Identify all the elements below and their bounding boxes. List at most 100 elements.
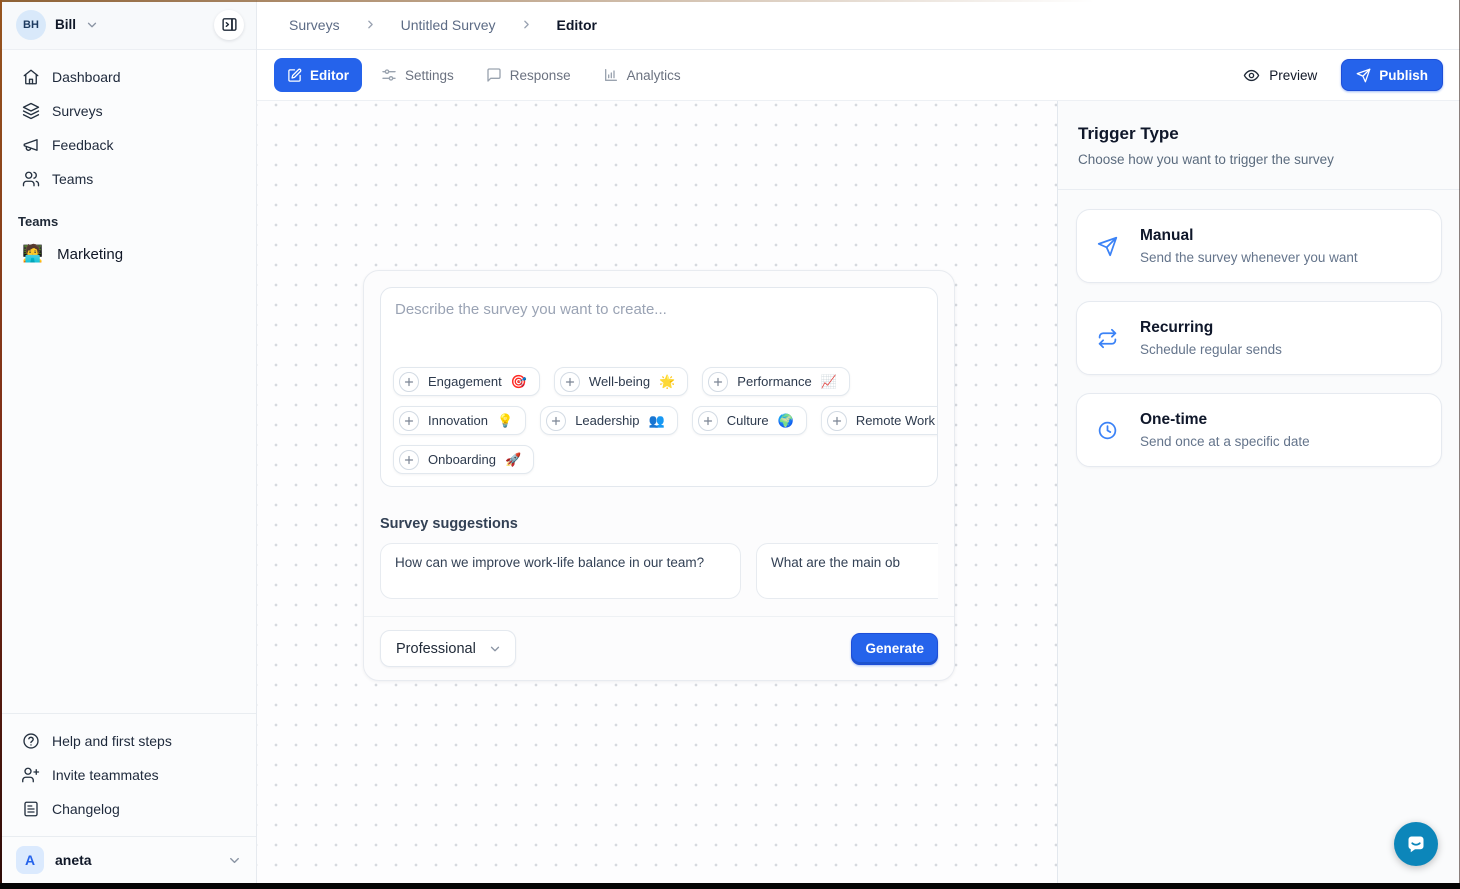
suggestions-title: Survey suggestions	[380, 516, 938, 532]
tab-label: Editor	[310, 68, 349, 83]
changelog-icon	[22, 800, 40, 818]
trigger-option-text: Manual Send the survey whenever you want	[1140, 227, 1358, 265]
plus-icon	[827, 411, 847, 431]
tab-response[interactable]: Response	[473, 58, 584, 92]
sidebar-nav: Dashboard Surveys Feedback Teams	[0, 50, 256, 273]
topic-chip-well-being[interactable]: Well-being 🌟	[554, 367, 688, 396]
topic-chip-culture[interactable]: Culture 🌍	[692, 406, 807, 435]
tab-analytics[interactable]: Analytics	[590, 58, 694, 92]
workspace-switcher[interactable]: BH Bill	[0, 0, 256, 50]
trigger-option-manual[interactable]: Manual Send the survey whenever you want	[1076, 209, 1442, 283]
sliders-icon	[381, 67, 397, 83]
breadcrumb-item-survey-name[interactable]: Untitled Survey	[401, 17, 496, 33]
layers-icon	[22, 102, 40, 120]
editor-toolbar: Editor Settings Response	[257, 50, 1460, 101]
sidebar-collapse-button[interactable]	[214, 10, 244, 40]
globe-emoji-icon: 🌍	[778, 413, 794, 429]
trigger-panel: Trigger Type Choose how you want to trig…	[1057, 101, 1460, 883]
chevron-down-icon	[227, 853, 242, 868]
sidebar-item-teams[interactable]: Teams	[12, 162, 244, 196]
sidebar-item-label: Invite teammates	[52, 767, 159, 783]
user-name: aneta	[55, 852, 92, 868]
trigger-option-one-time[interactable]: One-time Send once at a specific date	[1076, 393, 1442, 467]
team-label: Marketing	[57, 246, 123, 263]
sidebar-item-label: Changelog	[52, 801, 120, 817]
tab-label: Settings	[405, 68, 454, 83]
sidebar-item-label: Help and first steps	[52, 733, 172, 749]
tab-label: Response	[510, 68, 571, 83]
trigger-options: Manual Send the survey whenever you want…	[1058, 190, 1460, 486]
topic-chip-leadership[interactable]: Leadership 👥	[540, 406, 678, 435]
sidebar-item-dashboard[interactable]: Dashboard	[12, 60, 244, 94]
workspace-avatar: BH	[16, 10, 46, 40]
tone-select-value: Professional	[396, 641, 476, 657]
suggestion-card[interactable]: How can we improve work-life balance in …	[380, 543, 741, 599]
topic-chips: Engagement 🎯 Well-being 🌟	[381, 367, 937, 486]
trigger-option-recurring[interactable]: Recurring Schedule regular sends	[1076, 301, 1442, 375]
sidebar-item-team-marketing[interactable]: 🧑‍💻 Marketing	[12, 235, 244, 273]
sidebar-item-surveys[interactable]: Surveys	[12, 94, 244, 128]
trigger-panel-header: Trigger Type Choose how you want to trig…	[1058, 101, 1460, 190]
plus-icon	[399, 372, 419, 392]
chip-label: Engagement	[428, 374, 502, 389]
preview-button[interactable]: Preview	[1233, 61, 1327, 90]
users-icon	[22, 170, 40, 188]
tab-label: Analytics	[627, 68, 681, 83]
sidebar-item-invite[interactable]: Invite teammates	[12, 758, 244, 792]
plus-icon	[708, 372, 728, 392]
screenshot-edge-bottom	[0, 883, 1460, 889]
chip-row: Innovation 💡 Leadership 👥	[393, 406, 925, 435]
trigger-option-description: Send once at a specific date	[1140, 434, 1310, 449]
survey-canvas[interactable]: Engagement 🎯 Well-being 🌟	[257, 101, 1057, 883]
chip-label: Well-being	[589, 374, 650, 389]
breadcrumb: Surveys Untitled Survey Editor	[257, 0, 1460, 50]
topic-chip-engagement[interactable]: Engagement 🎯	[393, 367, 540, 396]
chip-label: Leadership	[575, 413, 639, 428]
sidebar-spacer	[0, 273, 256, 713]
breadcrumb-item-surveys[interactable]: Surveys	[289, 17, 340, 33]
topic-chip-remote-work[interactable]: Remote Work 🏠	[821, 406, 938, 435]
chip-row: Engagement 🎯 Well-being 🌟	[393, 367, 925, 396]
chevron-right-icon	[364, 18, 377, 31]
chip-label: Remote Work	[856, 413, 935, 428]
message-square-icon	[486, 67, 502, 83]
topic-chip-onboarding[interactable]: Onboarding 🚀	[393, 445, 534, 474]
megaphone-icon	[22, 136, 40, 154]
suggestion-card[interactable]: What are the main ob	[756, 543, 938, 599]
user-menu[interactable]: A aneta	[0, 836, 256, 883]
chip-label: Performance	[737, 374, 811, 389]
tone-select[interactable]: Professional	[380, 630, 516, 667]
tab-settings[interactable]: Settings	[368, 58, 467, 92]
generate-button[interactable]: Generate	[851, 633, 938, 665]
topic-chip-performance[interactable]: Performance 📈	[702, 367, 850, 396]
chip-row: Onboarding 🚀	[393, 445, 925, 474]
plus-icon	[546, 411, 566, 431]
topic-chip-innovation[interactable]: Innovation 💡	[393, 406, 526, 435]
sidebar-footer-nav: Help and first steps Invite teammates Ch…	[0, 713, 256, 826]
user-plus-icon	[22, 766, 40, 784]
builder-footer: Professional Generate	[364, 616, 954, 680]
technologist-emoji-icon: 🧑‍💻	[22, 244, 43, 264]
publish-button[interactable]: Publish	[1341, 59, 1443, 91]
screenshot-edge-left	[0, 0, 2, 889]
star-emoji-icon: 🌟	[659, 374, 675, 390]
sidebar-item-feedback[interactable]: Feedback	[12, 128, 244, 162]
tab-editor[interactable]: Editor	[274, 58, 362, 92]
trigger-option-description: Schedule regular sends	[1140, 342, 1282, 357]
trigger-option-text: One-time Send once at a specific date	[1140, 411, 1310, 449]
chat-bubble-icon	[1404, 832, 1428, 856]
chevron-right-icon	[520, 18, 533, 31]
rocket-emoji-icon: 🚀	[505, 452, 521, 468]
teams-section-title: Teams	[12, 196, 244, 235]
chevron-down-icon	[85, 18, 99, 32]
help-circle-icon	[22, 732, 40, 750]
send-icon	[1097, 236, 1118, 257]
content-area: Engagement 🎯 Well-being 🌟	[257, 101, 1460, 883]
survey-description-input[interactable]	[381, 288, 937, 367]
busts-emoji-icon: 👥	[649, 413, 665, 429]
breadcrumb-item-current: Editor	[557, 17, 597, 33]
sidebar-item-changelog[interactable]: Changelog	[12, 792, 244, 826]
chat-launcher-button[interactable]	[1394, 822, 1438, 866]
trigger-option-text: Recurring Schedule regular sends	[1140, 319, 1282, 357]
sidebar-item-help[interactable]: Help and first steps	[12, 724, 244, 758]
